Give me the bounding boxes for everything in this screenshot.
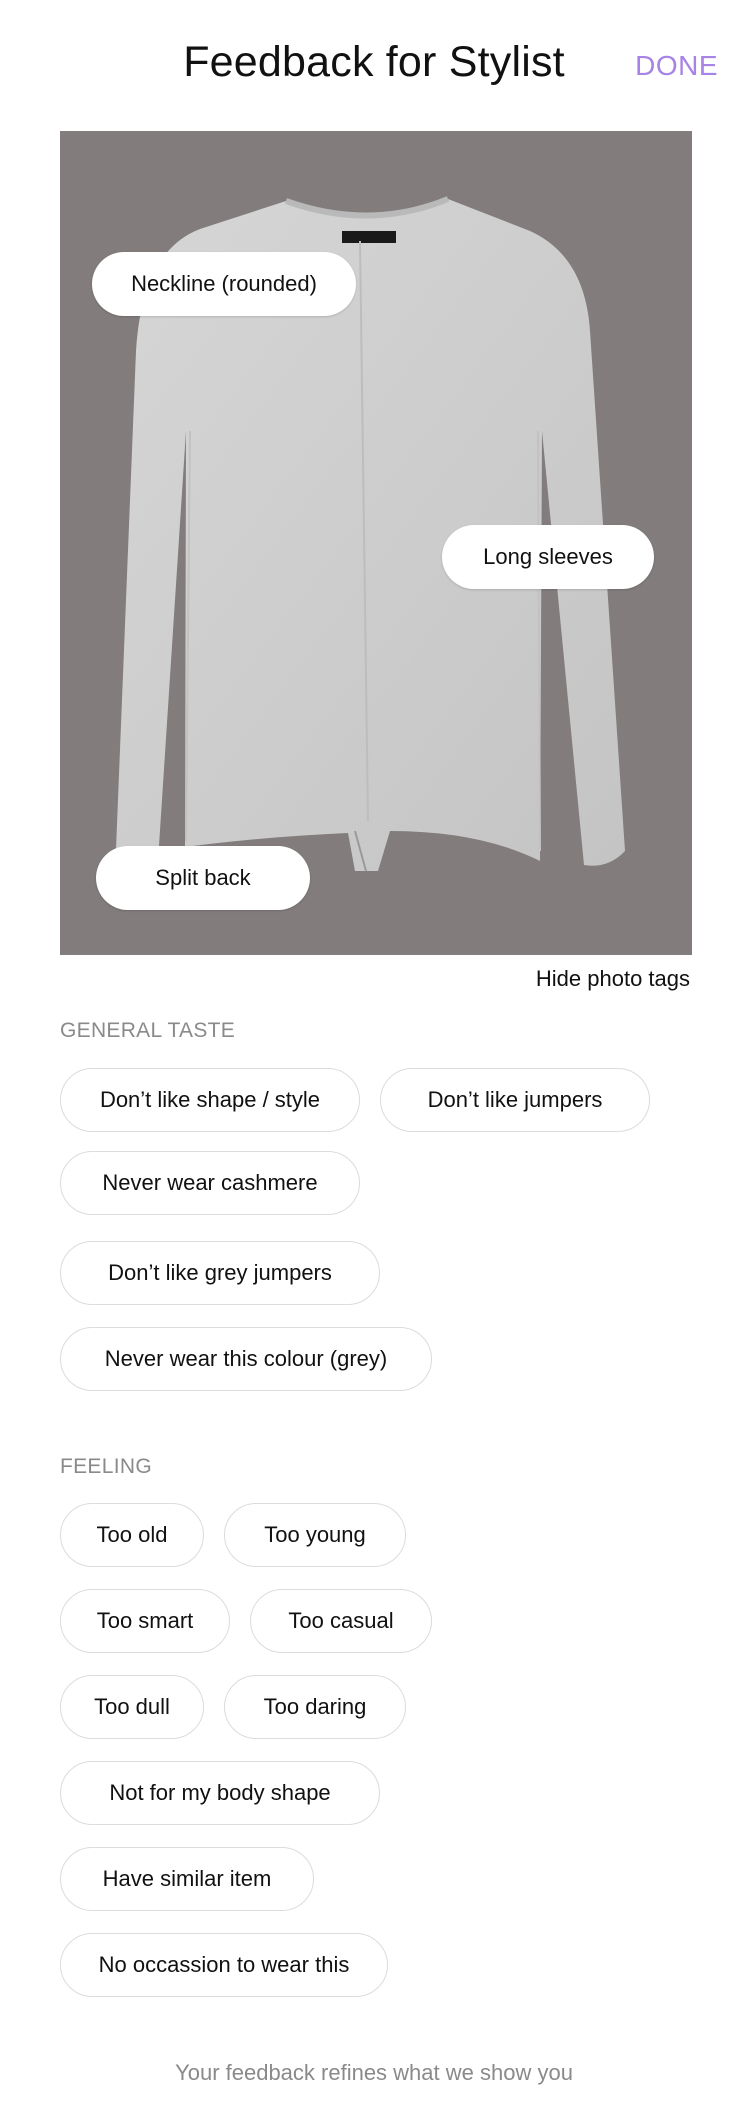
option-too-casual[interactable]: Too casual (250, 1589, 432, 1653)
feeling-title: FEELING (60, 1455, 152, 1478)
option-never-wear-cashmere[interactable]: Never wear cashmere (60, 1151, 360, 1215)
product-photo: Neckline (rounded) Long sleeves Split ba… (60, 131, 692, 955)
hide-photo-tags-link[interactable]: Hide photo tags (536, 966, 690, 992)
option-dont-like-shape[interactable]: Don’t like shape / style (60, 1068, 360, 1132)
option-not-for-body-shape[interactable]: Not for my body shape (60, 1761, 380, 1825)
photo-tag-sleeves[interactable]: Long sleeves (442, 525, 654, 589)
option-too-young[interactable]: Too young (224, 1503, 406, 1567)
done-button[interactable]: DONE (635, 50, 718, 82)
option-too-dull[interactable]: Too dull (60, 1675, 204, 1739)
header: Feedback for Stylist DONE (0, 0, 748, 130)
option-no-occasion[interactable]: No occassion to wear this (60, 1933, 388, 1997)
photo-tag-neckline[interactable]: Neckline (rounded) (92, 252, 356, 316)
option-too-smart[interactable]: Too smart (60, 1589, 230, 1653)
photo-tag-split-back[interactable]: Split back (96, 846, 310, 910)
option-dont-like-grey-jumpers[interactable]: Don’t like grey jumpers (60, 1241, 380, 1305)
option-never-wear-grey[interactable]: Never wear this colour (grey) (60, 1327, 432, 1391)
option-have-similar-item[interactable]: Have similar item (60, 1847, 314, 1911)
footer-note: Your feedback refines what we show you (175, 2060, 573, 2085)
option-too-old[interactable]: Too old (60, 1503, 204, 1567)
option-dont-like-jumpers[interactable]: Don’t like jumpers (380, 1068, 650, 1132)
option-too-daring[interactable]: Too daring (224, 1675, 406, 1739)
general-taste-title: GENERAL TASTE (60, 1019, 236, 1042)
